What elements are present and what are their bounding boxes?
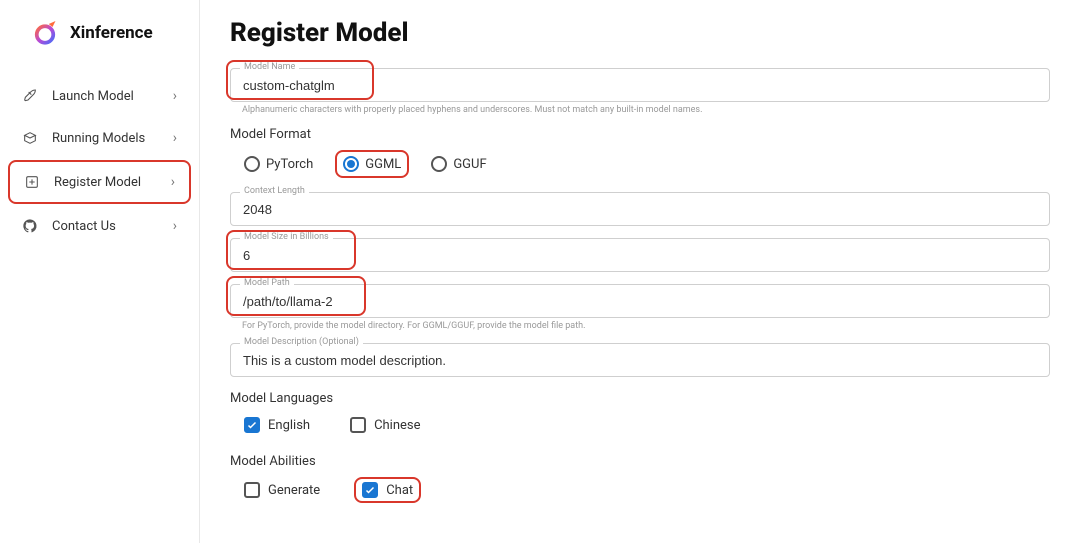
radio-icon <box>244 156 260 172</box>
model-size-label: Model Size in Billions <box>240 232 333 242</box>
checkbox-icon <box>350 417 366 433</box>
context-length-input[interactable] <box>230 192 1050 226</box>
chevron-right-icon: › <box>173 88 177 104</box>
sidebar-item-launch-model[interactable]: Launch Model › <box>8 76 191 116</box>
page-title: Register Model <box>230 18 1050 48</box>
checkbox-generate[interactable]: Generate <box>238 477 326 503</box>
github-icon <box>22 218 38 234</box>
radio-icon <box>343 156 359 172</box>
sidebar-item-label: Contact Us <box>52 219 116 234</box>
chevron-right-icon: › <box>173 218 177 234</box>
radio-label: GGUF <box>453 157 486 172</box>
radio-pytorch[interactable]: PyTorch <box>238 150 319 178</box>
brand-name: Xinference <box>70 23 153 43</box>
checkbox-icon <box>244 482 260 498</box>
model-description-group: Model Description (Optional) <box>230 343 1050 377</box>
radio-gguf[interactable]: GGUF <box>425 150 492 178</box>
sidebar-item-register-model[interactable]: Register Model › <box>8 160 191 204</box>
model-description-label: Model Description (Optional) <box>240 337 363 347</box>
model-description-input[interactable] <box>230 343 1050 377</box>
model-path-label: Model Path <box>240 278 294 288</box>
checkbox-label: Chinese <box>374 418 420 433</box>
rocket-icon <box>22 88 38 104</box>
model-path-group: Model Path For PyTorch, provide the mode… <box>230 284 1050 331</box>
model-format-radios: PyTorch GGML GGUF <box>230 150 1050 178</box>
radio-ggml[interactable]: GGML <box>335 150 409 178</box>
model-path-input[interactable] <box>230 284 1050 318</box>
sidebar-item-label: Running Models <box>52 131 145 146</box>
model-path-helper: For PyTorch, provide the model directory… <box>230 321 1050 331</box>
model-name-input[interactable] <box>230 68 1050 102</box>
model-size-group: Model Size in Billions <box>230 238 1050 272</box>
checkbox-chat[interactable]: Chat <box>354 477 421 503</box>
sidebar-item-label: Launch Model <box>52 89 134 104</box>
radio-label: PyTorch <box>266 157 313 172</box>
model-abilities-label: Model Abilities <box>230 454 1050 469</box>
checkbox-label: English <box>268 418 310 433</box>
radio-icon <box>431 156 447 172</box>
checkbox-label: Generate <box>268 483 320 498</box>
sidebar-nav: Launch Model › Running Models › <box>0 66 199 256</box>
model-name-group: Model Name Alphanumeric characters with … <box>230 68 1050 115</box>
main-content: Register Model Model Name Alphanumeric c… <box>200 0 1080 543</box>
checkbox-english[interactable]: English <box>238 414 316 436</box>
model-abilities-options: Generate Chat <box>230 477 1050 503</box>
radio-label: GGML <box>365 157 401 172</box>
model-size-input[interactable] <box>230 238 1050 272</box>
model-format-label: Model Format <box>230 127 1050 142</box>
sidebar-item-contact-us[interactable]: Contact Us › <box>8 206 191 246</box>
checkbox-chinese[interactable]: Chinese <box>344 414 426 436</box>
chevron-right-icon: › <box>173 130 177 146</box>
chevron-right-icon: › <box>171 174 175 190</box>
checkbox-label: Chat <box>386 483 413 498</box>
model-languages-options: English Chinese <box>230 414 1050 436</box>
sidebar: Xinference Launch Model › <box>0 0 200 543</box>
box-icon <box>22 130 38 146</box>
context-length-group: Context Length <box>230 192 1050 226</box>
plus-square-icon <box>24 174 40 190</box>
logo-icon <box>30 18 60 48</box>
checkbox-icon <box>362 482 378 498</box>
context-length-label: Context Length <box>240 186 309 196</box>
sidebar-item-running-models[interactable]: Running Models › <box>8 118 191 158</box>
model-languages-label: Model Languages <box>230 391 1050 406</box>
brand-logo: Xinference <box>0 18 199 66</box>
model-name-helper: Alphanumeric characters with properly pl… <box>230 105 1050 115</box>
model-name-label: Model Name <box>240 62 299 72</box>
sidebar-item-label: Register Model <box>54 175 141 190</box>
checkbox-icon <box>244 417 260 433</box>
